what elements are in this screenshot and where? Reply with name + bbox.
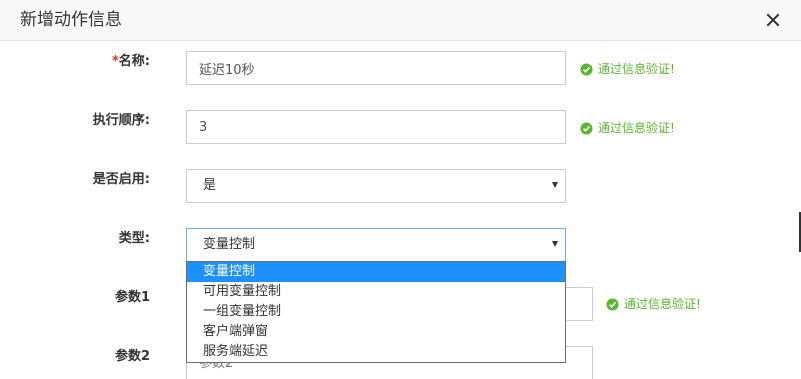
order-validation-text: 通过信息验证! xyxy=(598,121,675,135)
dialog-header: 新增动作信息 xyxy=(0,0,801,41)
name-label-text: 名称: xyxy=(118,54,150,69)
enabled-label: 是否启用: xyxy=(92,172,150,187)
check-circle-icon xyxy=(580,62,593,76)
caret-down-icon xyxy=(552,182,558,188)
type-option[interactable]: 可用变量控制 xyxy=(187,282,565,302)
type-option[interactable]: 一组变量控制 xyxy=(187,302,565,322)
close-button[interactable] xyxy=(763,10,783,30)
param1-label: 参数1 xyxy=(114,290,150,305)
close-icon xyxy=(766,13,780,27)
type-select[interactable]: 变量控制 xyxy=(186,228,566,262)
check-circle-icon xyxy=(606,297,619,311)
type-dropdown-list: 变量控制 可用变量控制 一组变量控制 客户端弹窗 服务端延迟 xyxy=(186,261,566,363)
order-input[interactable] xyxy=(186,110,566,144)
caret-down-icon xyxy=(552,241,558,247)
name-validation-text: 通过信息验证! xyxy=(598,62,675,76)
order-label: 执行顺序: xyxy=(92,113,150,128)
order-validation: 通过信息验证! xyxy=(580,120,675,136)
type-select-value: 变量控制 xyxy=(203,237,256,252)
dialog: 新增动作信息 *名称: 通过信息验证! 执行顺序: 通过信息验证! 是否启用: … xyxy=(0,0,801,379)
param1-validation-text: 通过信息验证! xyxy=(624,297,701,311)
name-label: *名称: xyxy=(0,53,150,71)
param2-label: 参数2 xyxy=(114,349,150,364)
type-option[interactable]: 变量控制 xyxy=(187,262,565,282)
type-label: 类型: xyxy=(118,231,150,246)
param1-validation: 通过信息验证! xyxy=(606,296,701,312)
type-option[interactable]: 服务端延迟 xyxy=(187,342,565,362)
required-mark: * xyxy=(111,54,119,69)
name-input[interactable] xyxy=(186,51,566,85)
enabled-select[interactable]: 是 xyxy=(186,169,566,203)
check-circle-icon xyxy=(580,121,593,135)
dialog-title: 新增动作信息 xyxy=(20,10,122,30)
name-validation: 通过信息验证! xyxy=(580,61,675,77)
enabled-select-value: 是 xyxy=(203,178,217,193)
type-option[interactable]: 客户端弹窗 xyxy=(187,322,565,342)
